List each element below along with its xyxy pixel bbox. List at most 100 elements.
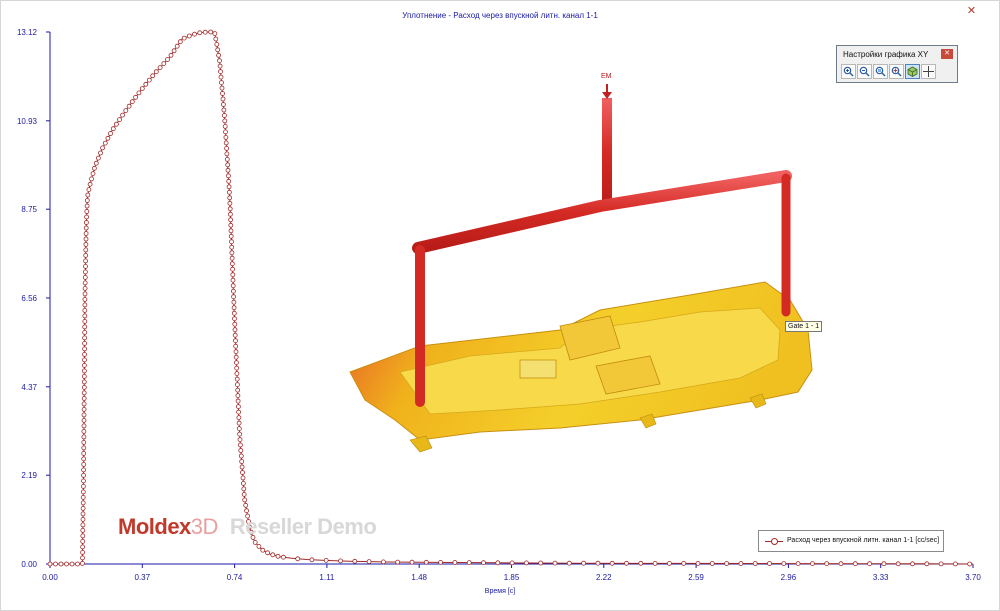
series-marker xyxy=(233,360,239,366)
series-marker xyxy=(219,85,225,91)
series-marker xyxy=(83,269,88,275)
series-marker xyxy=(234,371,240,377)
series-marker xyxy=(881,561,887,567)
series-marker xyxy=(752,561,758,566)
series-marker xyxy=(213,36,219,42)
series-marker xyxy=(84,203,90,209)
series-marker xyxy=(82,362,87,368)
series-marker xyxy=(53,561,58,567)
series-marker xyxy=(186,33,192,39)
series-marker xyxy=(233,349,239,355)
series-marker xyxy=(80,544,85,550)
series-marker xyxy=(222,118,228,124)
series-marker xyxy=(226,178,232,184)
series-marker xyxy=(235,398,241,404)
zoom-fit-button[interactable] xyxy=(889,64,904,79)
series-marker xyxy=(323,558,329,563)
series-marker xyxy=(197,30,203,36)
sprue xyxy=(602,98,612,208)
series-marker xyxy=(234,382,240,388)
y-tick-label: 0.00 xyxy=(21,560,37,569)
toolbar-buttons xyxy=(841,64,936,79)
series-marker xyxy=(295,556,301,562)
series-marker xyxy=(223,129,228,135)
series-marker xyxy=(83,247,89,253)
series-marker xyxy=(795,561,801,566)
series-marker xyxy=(81,395,87,401)
series-marker xyxy=(81,434,87,440)
series-marker xyxy=(81,379,87,385)
series-marker xyxy=(240,475,246,481)
series-marker xyxy=(81,445,87,451)
x-tick-label: 2.96 xyxy=(781,573,797,582)
series-marker xyxy=(81,390,87,396)
series-marker xyxy=(395,559,401,565)
y-tick-label: 6.56 xyxy=(21,294,37,303)
y-tick-label: 4.37 xyxy=(21,383,37,392)
y-tick-label: 8.75 xyxy=(21,205,37,214)
series-marker xyxy=(566,560,572,566)
crosshair-button[interactable] xyxy=(921,64,936,79)
series-marker xyxy=(87,181,93,187)
series-marker xyxy=(524,560,529,566)
series-marker xyxy=(84,220,89,225)
watermark-brand-3d: 3D xyxy=(190,514,219,539)
series-marker xyxy=(895,561,901,567)
series-marker xyxy=(171,48,177,54)
series-marker xyxy=(738,561,744,566)
series-marker xyxy=(242,497,248,503)
series-marker xyxy=(230,283,236,289)
x-tick-label: 0.37 xyxy=(135,573,151,582)
series-marker xyxy=(81,384,87,390)
series-marker xyxy=(638,560,644,566)
series-marker xyxy=(237,442,243,448)
series-marker xyxy=(83,236,89,242)
series-marker xyxy=(967,561,973,567)
series-marker xyxy=(224,156,230,162)
zoom-out-button[interactable] xyxy=(857,64,872,79)
series-marker xyxy=(58,561,64,567)
series-marker xyxy=(218,74,224,80)
series-marker xyxy=(910,561,915,567)
series-marker xyxy=(80,517,86,522)
series-marker xyxy=(225,173,231,179)
x-axis-label: Время [с] xyxy=(484,588,516,595)
series-marker xyxy=(226,189,232,195)
close-icon[interactable]: ✕ xyxy=(941,49,953,59)
series-marker xyxy=(81,406,87,412)
zoom-in-button[interactable] xyxy=(841,64,856,79)
series-marker xyxy=(230,272,236,278)
series-marker xyxy=(227,206,233,212)
series-marker xyxy=(239,459,245,464)
series-marker xyxy=(234,376,240,382)
series-marker xyxy=(82,318,88,324)
series-marker xyxy=(838,561,844,567)
series-marker xyxy=(83,252,89,258)
series-marker xyxy=(93,160,99,166)
series-marker xyxy=(139,86,145,91)
series-marker xyxy=(380,559,386,565)
series-marker xyxy=(192,31,197,37)
zoom-window-button[interactable] xyxy=(873,64,888,79)
series-marker xyxy=(236,409,242,415)
series-marker xyxy=(47,561,53,567)
series-marker xyxy=(161,61,167,66)
series-marker xyxy=(100,145,105,151)
series-marker xyxy=(81,373,87,379)
series-marker xyxy=(237,431,243,437)
series-marker xyxy=(231,299,237,305)
series-marker xyxy=(82,324,88,330)
axis-ticks: 0.00 0.37 0.74 1.11 1.48 1.85 2.22 2.59 2.96 3.33… xyxy=(17,28,981,582)
series-marker xyxy=(235,393,241,399)
series-marker xyxy=(82,329,88,335)
series-marker xyxy=(223,134,229,140)
series-marker xyxy=(214,42,220,47)
model-view-button[interactable] xyxy=(905,64,920,79)
model-view-icon xyxy=(907,66,918,77)
series-marker xyxy=(83,231,89,236)
series-marker xyxy=(624,560,629,566)
series-marker xyxy=(81,417,87,423)
series-marker xyxy=(82,357,87,363)
series-marker xyxy=(824,561,830,566)
series-marker xyxy=(81,401,87,407)
